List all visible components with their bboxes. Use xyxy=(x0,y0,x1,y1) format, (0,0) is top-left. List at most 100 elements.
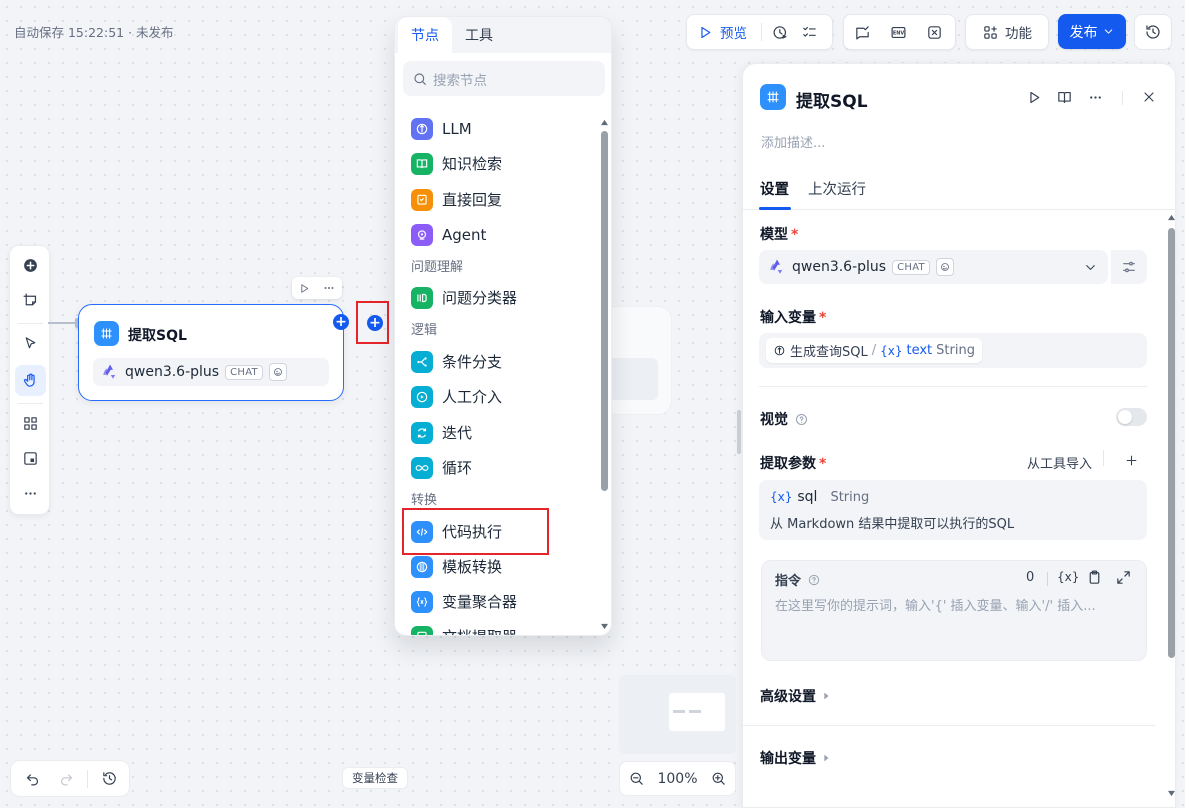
active-tab-indicator xyxy=(759,207,791,210)
char-count: 0 xyxy=(1026,570,1035,585)
tab-nodes[interactable]: 节点 xyxy=(398,17,452,53)
version-history-button[interactable] xyxy=(1134,14,1172,50)
history-icon xyxy=(1146,25,1160,39)
parameter-extractor-icon xyxy=(94,321,119,346)
instruction-header: 指令 xyxy=(775,570,821,589)
more-tools-button[interactable] xyxy=(15,478,46,509)
checklist-button[interactable] xyxy=(795,18,824,46)
chat-check-button[interactable] xyxy=(844,18,880,46)
params-label: 提取参数 * xyxy=(760,456,827,472)
vision-capability-icon xyxy=(268,363,287,381)
panel-more-button[interactable] xyxy=(1084,86,1106,108)
add-note-button[interactable] xyxy=(15,285,46,316)
add-next-node-button[interactable]: + xyxy=(367,315,383,331)
minimap-toggle-button[interactable] xyxy=(15,443,46,474)
model-selector[interactable]: qwen3.6-plus CHAT xyxy=(759,250,1108,284)
node-item-if-else[interactable]: 条件分支 xyxy=(411,349,502,374)
preview-button[interactable]: 预览 xyxy=(687,18,757,46)
env-icon: ENV xyxy=(891,26,905,38)
book-open-icon xyxy=(1057,91,1071,103)
output-vars-toggle[interactable]: 输出变量 xyxy=(760,748,831,768)
clipboard-icon[interactable] xyxy=(1086,569,1103,586)
input-variable-chip[interactable]: 生成查询SQL / {x} text String xyxy=(766,338,982,363)
variable-inspect-button[interactable]: 变量检查 xyxy=(342,767,408,789)
incoming-edge xyxy=(48,322,78,324)
node-item-agent[interactable]: Agent xyxy=(411,222,486,247)
hand-mode-button[interactable] xyxy=(15,365,46,396)
node-search-input[interactable]: 搜索节点 xyxy=(403,61,605,96)
qwen-logo-icon xyxy=(103,364,117,379)
change-history-button[interactable] xyxy=(96,766,122,792)
add-node-button[interactable] xyxy=(15,250,46,281)
advanced-settings-toggle[interactable]: 高级设置 xyxy=(760,686,831,706)
expand-icon[interactable] xyxy=(1115,569,1132,586)
run-node-icon[interactable] xyxy=(298,282,311,295)
picker-scroll-thumb[interactable] xyxy=(601,131,608,491)
input-variable-selector[interactable]: 生成查询SQL / {x} text String xyxy=(759,333,1147,368)
play-icon xyxy=(1029,91,1039,103)
iteration-icon xyxy=(411,421,433,444)
instruction-divider xyxy=(1047,572,1048,586)
minimap[interactable] xyxy=(619,675,736,754)
node-item-human-input[interactable]: 人工介入 xyxy=(411,384,502,409)
node-more-icon[interactable] xyxy=(322,281,336,295)
add-param-button[interactable] xyxy=(1122,451,1140,469)
import-from-tool-button[interactable]: 从工具导入 xyxy=(1027,453,1092,472)
publish-button[interactable]: 发布 xyxy=(1058,14,1126,49)
node-item-doc-extractor[interactable]: 文档提取器 xyxy=(411,624,517,635)
description-input[interactable]: 添加描述... xyxy=(761,132,825,151)
node-item-loop[interactable]: 循环 xyxy=(411,455,472,480)
message-check-icon xyxy=(855,25,869,39)
panel-title[interactable]: 提取SQL xyxy=(796,87,868,112)
canvas-tools xyxy=(9,245,50,515)
help-docs-button[interactable] xyxy=(1053,86,1075,108)
sliders-icon xyxy=(1123,261,1135,273)
panel-scrollbar[interactable] xyxy=(1167,214,1175,807)
param-item[interactable]: {x} sql String 从 Markdown 结果中提取可以执行的SQL xyxy=(759,480,1147,540)
insert-variable-button[interactable]: {x} xyxy=(1057,570,1079,584)
tab-settings[interactable]: 设置 xyxy=(760,178,789,199)
run-history-button[interactable] xyxy=(766,18,795,46)
node-add-next-button[interactable]: + xyxy=(333,314,349,330)
workflow-node-extract-sql[interactable]: 提取SQL qwen3.6-plus CHAT + xyxy=(78,304,349,401)
node-item-iteration[interactable]: 迭代 xyxy=(411,420,472,445)
node-item-answer[interactable]: 直接回复 xyxy=(411,187,502,212)
toolbar-divider xyxy=(761,23,762,41)
tab-last-run[interactable]: 上次运行 xyxy=(808,178,866,199)
node-item-classifier[interactable]: 问题分类器 xyxy=(411,285,517,310)
features-button[interactable]: 功能 xyxy=(965,14,1049,50)
header-divider xyxy=(1122,91,1123,105)
document-icon xyxy=(411,625,433,635)
tab-tools[interactable]: 工具 xyxy=(452,17,506,53)
pointer-mode-button[interactable] xyxy=(15,328,46,359)
zoom-level[interactable]: 100% xyxy=(657,771,697,787)
minimap-node xyxy=(673,710,685,713)
hand-icon xyxy=(23,373,35,387)
undo-button[interactable] xyxy=(19,766,45,792)
chat-badge: CHAT xyxy=(892,259,930,275)
node-item-template[interactable]: 模板转换 xyxy=(411,554,502,579)
panel-scroll-thumb[interactable] xyxy=(1168,228,1175,658)
model-params-button[interactable] xyxy=(1111,250,1147,284)
organize-button[interactable] xyxy=(15,408,46,439)
zoom-out-icon[interactable] xyxy=(628,770,645,787)
required-mark: * xyxy=(791,227,799,243)
close-panel-button[interactable] xyxy=(1138,86,1160,108)
checklist-icon xyxy=(803,26,816,37)
picker-scrollbar[interactable] xyxy=(600,119,608,630)
section-divider xyxy=(743,725,1155,726)
run-node-button[interactable] xyxy=(1023,86,1045,108)
input-var-label: 输入变量 * xyxy=(760,310,827,326)
env-button[interactable]: ENV xyxy=(880,18,916,46)
node-item-aggregator[interactable]: 变量聚合器 xyxy=(411,589,517,614)
node-item-knowledge[interactable]: 知识检索 xyxy=(411,151,502,176)
instruction-editor[interactable]: 指令 0 {x} 在这里写你的提示词，输入'{' 插入变量、输入'/' 插入..… xyxy=(761,560,1147,661)
minimap-viewport[interactable] xyxy=(669,693,725,731)
redo-button[interactable] xyxy=(53,766,79,792)
zoom-in-icon[interactable] xyxy=(710,770,727,787)
vision-toggle[interactable] xyxy=(1116,408,1147,426)
variables-button[interactable] xyxy=(916,18,952,46)
node-item-llm[interactable]: LLM xyxy=(411,116,472,141)
param-description: 从 Markdown 结果中提取可以执行的SQL xyxy=(770,517,1015,532)
panel-resize-handle[interactable] xyxy=(737,410,741,454)
